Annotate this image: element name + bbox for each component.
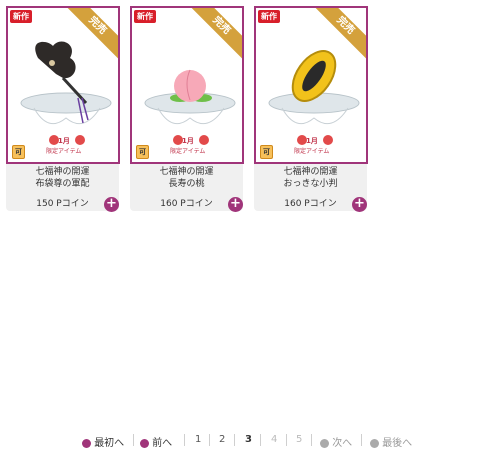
next-page-label: 次へ [332, 438, 353, 449]
pagination: 最初へ 前へ 1 2 3 4 5 次へ 最後へ [0, 434, 501, 450]
first-page-link[interactable]: 最初へ [82, 434, 124, 449]
item-name: 七福神の開運 布袋尊の軍配 [6, 166, 119, 190]
item-name-line2: 布袋尊の軍配 [35, 179, 90, 189]
add-item-button[interactable]: + [352, 197, 367, 212]
item-card-1[interactable]: 新作 完売 1月 限定アイテム 可 七福神の開運 布袋尊の軍配 150 Pコイン… [6, 6, 120, 212]
first-page-label: 最初へ [94, 438, 125, 449]
item-price: 150 Pコイン [36, 199, 89, 209]
item-name-line1: 七福神の開運 [35, 167, 90, 177]
divider [260, 434, 261, 446]
new-badge: 新作 [10, 10, 32, 23]
item-price: 160 Pコイン [284, 199, 337, 209]
item-name-line2: 長寿の桃 [168, 179, 205, 189]
gift-ok-badge: 可 [136, 145, 149, 159]
item-thumbnail[interactable]: 新作 完売 1月 限定アイテム 可 [130, 6, 244, 164]
plus-icon: + [106, 196, 117, 211]
prev-arrow-icon [140, 438, 149, 448]
plus-icon: + [354, 196, 365, 211]
next-arrow-icon [320, 438, 329, 448]
prev-page-link[interactable]: 前へ [140, 434, 172, 449]
divider [209, 434, 210, 446]
item-info: 七福神の開運 長寿の桃 160 Pコイン + [130, 164, 243, 212]
first-arrow-icon [82, 438, 91, 448]
item-name-line1: 七福神の開運 [159, 167, 214, 177]
item-name: 七福神の開運 長寿の桃 [130, 166, 243, 190]
page-1-link[interactable]: 1 [195, 434, 201, 445]
new-badge: 新作 [134, 10, 156, 23]
item-info: 七福神の開運 おっきな小判 160 Pコイン + [254, 164, 367, 212]
divider [311, 434, 312, 446]
new-badge: 新作 [258, 10, 280, 23]
divider [361, 434, 362, 446]
last-page-label: 最後へ [382, 438, 413, 449]
divider [234, 434, 235, 446]
seasonal-label: 1月 [58, 137, 70, 145]
add-item-button[interactable]: + [228, 197, 243, 212]
page-2-link[interactable]: 2 [219, 434, 225, 445]
item-info: 七福神の開運 布袋尊の軍配 150 Pコイン + [6, 164, 119, 212]
item-name: 七福神の開運 おっきな小判 [254, 166, 367, 190]
plus-icon: + [230, 196, 241, 211]
last-arrow-icon [370, 438, 379, 448]
prev-page-label: 前へ [152, 438, 173, 449]
last-page-link[interactable]: 最後へ [370, 434, 412, 449]
page-4-link[interactable]: 4 [271, 434, 277, 445]
seasonal-sublabel: 限定アイテム [170, 148, 206, 155]
page-3-current: 3 [245, 434, 252, 445]
divider [286, 434, 287, 446]
item-price: 160 Pコイン [160, 199, 213, 209]
seasonal-label: 1月 [182, 137, 194, 145]
item-name-line2: おっきな小判 [283, 179, 338, 189]
item-thumbnail[interactable]: 新作 完売 1月 限定アイテム 可 [6, 6, 120, 164]
add-item-button[interactable]: + [104, 197, 119, 212]
next-page-link[interactable]: 次へ [320, 434, 352, 449]
item-name-line1: 七福神の開運 [283, 167, 338, 177]
item-card-2[interactable]: 新作 完売 1月 限定アイテム 可 七福神の開運 長寿の桃 160 Pコイン + [130, 6, 244, 212]
page-5-link[interactable]: 5 [296, 434, 302, 445]
seasonal-sublabel: 限定アイテム [46, 148, 82, 155]
divider [184, 434, 185, 446]
item-card-3[interactable]: 新作 完売 1月 限定アイテム 可 七福神の開運 おっきな小判 160 Pコイン… [254, 6, 368, 212]
gift-ok-badge: 可 [12, 145, 25, 159]
seasonal-label: 1月 [306, 137, 318, 145]
gift-ok-badge: 可 [260, 145, 273, 159]
divider [133, 434, 134, 446]
seasonal-sublabel: 限定アイテム [294, 148, 330, 155]
item-thumbnail[interactable]: 新作 完売 1月 限定アイテム 可 [254, 6, 368, 164]
